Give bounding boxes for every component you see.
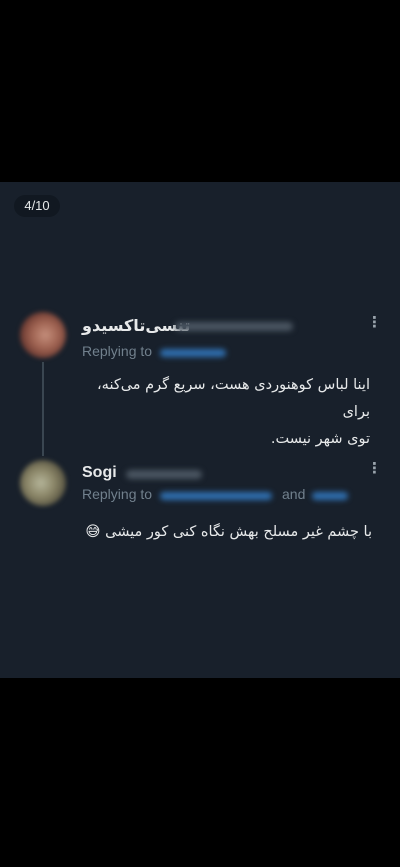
more-options-icon[interactable]: ⋮ — [367, 315, 382, 330]
blurred-mention-link[interactable] — [160, 349, 226, 357]
blurred-mention-link[interactable] — [160, 492, 272, 500]
more-options-glyph: ⋮ — [367, 313, 382, 331]
blurred-handle — [126, 470, 202, 479]
blurred-handle — [175, 322, 293, 331]
more-options-glyph: ⋮ — [367, 459, 382, 477]
blurred-mention-link[interactable] — [312, 492, 348, 500]
tweet-text-line: اینا لباس کوهنوردی هست، سریع گرم می‌کنه،… — [96, 377, 370, 420]
tweet-text: با چشم غیر مسلح بهش نگاه کنی کور میشی 😅 — [85, 524, 372, 540]
avatar[interactable] — [20, 460, 66, 506]
replying-and-label: and — [282, 486, 306, 502]
tweet-text-line: توی شهر نیست. — [270, 431, 370, 447]
avatar[interactable] — [20, 312, 66, 358]
author-name[interactable]: Sogi — [82, 464, 117, 482]
more-options-icon[interactable]: ⋮ — [367, 461, 382, 476]
replying-to-label: Replying to — [82, 486, 153, 502]
replying-to-label: Replying to — [82, 343, 153, 359]
tweet-text: اینا لباس کوهنوردی هست، سریع گرم می‌کنه،… — [70, 372, 370, 453]
thread-connector-line — [42, 362, 44, 456]
image-counter: 4/10 — [14, 195, 60, 217]
screenshot-viewer: 4/10 تنسی‌تاکسیدو ⋮ Replying to اینا لبا… — [0, 0, 400, 867]
